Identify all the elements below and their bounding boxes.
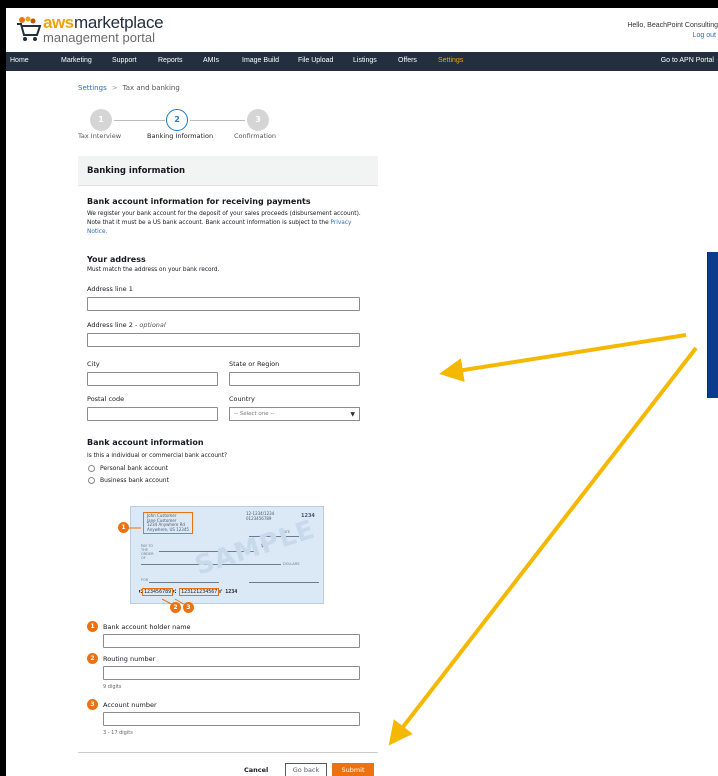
logo-management-text: management portal (43, 30, 156, 45)
cart-icon (17, 16, 42, 41)
postal-code-input[interactable] (87, 407, 218, 421)
submit-button[interactable]: Submit (332, 763, 374, 776)
state-label: State or Region (229, 360, 280, 368)
main-nav: Home Marketing Support Reports AMIs Imag… (6, 52, 718, 71)
cancel-button[interactable]: Cancel (244, 766, 268, 774)
account-number-label: Account number (103, 701, 157, 709)
city-input[interactable] (87, 372, 218, 386)
nav-image-build[interactable]: Image Build (242, 57, 279, 64)
breadcrumb-separator: > (111, 84, 118, 92)
panel-title: Banking information (87, 166, 186, 176)
breadcrumb-settings-link[interactable]: Settings (78, 84, 107, 92)
check-badge-3: 3 (183, 602, 194, 613)
step-3-circle: 3 (247, 109, 269, 131)
check-badge-1: 1 (118, 522, 129, 533)
nav-apn-portal[interactable]: Go to APN Portal (661, 57, 714, 64)
account-number-hint: 3 - 17 digits (103, 730, 133, 736)
personal-account-label: Personal bank account (100, 465, 168, 472)
top-header: aws marketplace management portal Hello,… (6, 8, 718, 52)
bank-heading: Bank account information (87, 438, 204, 447)
nav-file-upload[interactable]: File Upload (298, 57, 333, 64)
side-widget (707, 252, 718, 398)
personal-account-radio[interactable] (88, 465, 95, 472)
arrow-to-city-fields (439, 333, 687, 382)
holder-badge: 1 (87, 621, 98, 632)
receiving-description: We register your bank account for the de… (87, 211, 361, 235)
nav-amis[interactable]: AMIs (203, 57, 219, 64)
user-greeting: Hello, BeachPoint Consulting (627, 22, 718, 29)
step-3-label: Confirmation (234, 132, 277, 140)
step-2-circle: 2 (166, 109, 188, 131)
business-account-label: Business bank account (100, 477, 169, 484)
step-1-circle: 1 (90, 109, 112, 131)
check-annotation-lines (129, 527, 188, 607)
panel-header: Banking information (78, 156, 378, 186)
holder-name-input[interactable] (103, 634, 360, 648)
screenshot-frame: aws marketplace management portal Hello,… (6, 8, 718, 776)
nav-settings[interactable]: Settings (438, 57, 463, 64)
step-1-label: Tax Interview (78, 132, 122, 140)
city-label: City (87, 360, 100, 368)
receiving-heading: Bank account information for receiving p… (87, 197, 311, 206)
state-input[interactable] (229, 372, 360, 386)
breadcrumb: Settings > Tax and banking (78, 84, 180, 92)
footer-divider (78, 752, 378, 753)
step-connector (114, 120, 165, 121)
aws-marketplace-logo[interactable]: aws marketplace management portal (16, 13, 216, 48)
nav-reports[interactable]: Reports (158, 57, 183, 64)
address-line2-input[interactable] (87, 333, 360, 347)
account-badge: 3 (87, 699, 98, 710)
nav-home[interactable]: Home (10, 57, 29, 64)
breadcrumb-current: Tax and banking (122, 84, 180, 92)
address-line2-label: Address line 2 - optional (87, 321, 166, 329)
nav-offers[interactable]: Offers (398, 57, 417, 64)
go-back-button[interactable]: Go back (285, 763, 327, 776)
routing-number-hint: 9 digits (103, 684, 122, 690)
country-label: Country (229, 395, 255, 403)
caret-down-icon: ▼ (350, 411, 355, 418)
address-line1-label: Address line 1 (87, 285, 133, 293)
check-badge-2: 2 (170, 602, 181, 613)
holder-name-label: Bank account holder name (103, 623, 191, 631)
routing-number-label: Routing number (103, 655, 156, 663)
step-connector (190, 120, 245, 121)
address-line1-input[interactable] (87, 297, 360, 311)
account-number-input[interactable] (103, 712, 360, 726)
step-2-label: Banking Information (147, 132, 214, 140)
routing-number-input[interactable] (103, 666, 360, 680)
nav-marketing[interactable]: Marketing (61, 57, 92, 64)
country-select[interactable]: -- Select one -- ▼ (229, 407, 360, 421)
routing-badge: 2 (87, 653, 98, 664)
postal-code-label: Postal code (87, 395, 125, 403)
logout-link[interactable]: Log out (693, 32, 716, 39)
address-subtitle: Must match the address on your bank reco… (87, 267, 220, 273)
arrow-to-submit-button (388, 346, 698, 746)
account-type-question: Is this a individual or commercial bank … (87, 453, 228, 459)
banking-form-panel: Banking information Bank account informa… (78, 156, 378, 776)
business-account-radio[interactable] (88, 477, 95, 484)
nav-listings[interactable]: Listings (353, 57, 377, 64)
address-heading: Your address (87, 255, 146, 264)
nav-support[interactable]: Support (112, 57, 137, 64)
